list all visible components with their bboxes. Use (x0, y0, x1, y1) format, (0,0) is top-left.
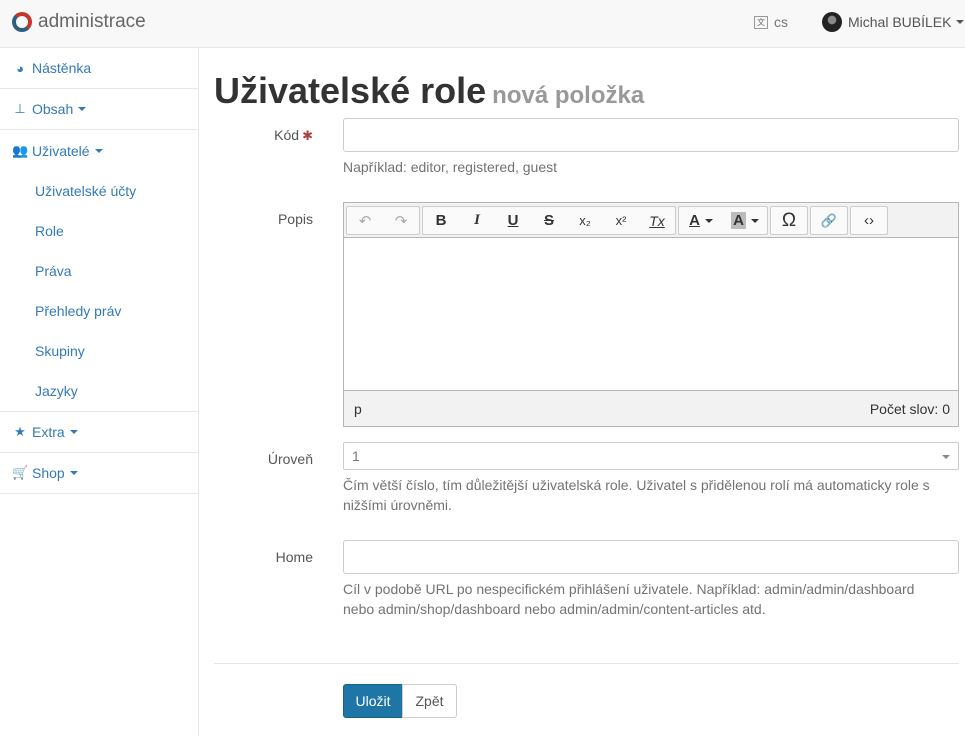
sidebar-item-users[interactable]: 👥 Uživatelé (0, 130, 198, 171)
level-help: Čím větší číslo, tím důležitější uživate… (343, 477, 930, 513)
sitemap-icon: ⊥ (14, 101, 26, 116)
navbar: administrace 文 cs Michal BUBÍLEK (0, 0, 965, 48)
toolbar-group-special: Ω (770, 206, 808, 235)
element-path[interactable]: p (354, 401, 362, 417)
sidebar-subitem-languages[interactable]: Jazyky (0, 371, 198, 411)
text-color-button[interactable]: A (679, 207, 723, 234)
code-help: Například: editor, registered, guest (343, 159, 558, 175)
brand-name: administrace (38, 11, 146, 32)
chevron-down-icon (69, 430, 78, 434)
bold-icon[interactable]: B (423, 207, 459, 234)
user-name: Michal BUBÍLEK (848, 14, 952, 30)
sidebar-subitem-accounts[interactable]: Uživatelské účty (0, 171, 198, 211)
special-character-icon[interactable]: Ω (771, 207, 807, 234)
italic-icon[interactable]: I (459, 207, 495, 234)
users-icon: 👥 (12, 142, 29, 158)
link-icon[interactable]: 🔗 (811, 207, 847, 234)
subscript-icon[interactable]: x₂ (567, 207, 603, 234)
toolbar-group-link: 🔗 (810, 206, 848, 235)
toolbar-group-history: ↶ ↷ (346, 206, 420, 235)
sidebar-subitem-permissions[interactable]: Práva (0, 251, 198, 291)
sidebar-item-label: Extra (32, 424, 65, 440)
undo-icon[interactable]: ↶ (347, 207, 383, 234)
sidebar-item-content[interactable]: ⊥ Obsah (0, 89, 198, 130)
dashboard-icon: ◕ (16, 60, 24, 76)
language-icon: 文 (754, 15, 768, 29)
redo-icon[interactable]: ↷ (383, 207, 419, 234)
avatar (822, 12, 842, 32)
page-title-text: Uživatelské role (214, 70, 487, 111)
sidebar-subitem-permission-overview[interactable]: Přehledy práv (0, 291, 198, 331)
logo-icon (12, 12, 32, 32)
level-select-value: 1 (352, 448, 360, 464)
editor-toolbar: ↶ ↷ B I U S x₂ x² Tx A A Ω 🔗 ‹› (344, 203, 958, 238)
user-menu[interactable]: Michal BUBÍLEK (822, 12, 965, 32)
code-input[interactable] (343, 118, 959, 152)
chevron-down-icon (78, 107, 87, 111)
brand[interactable]: administrace (12, 11, 146, 33)
save-button[interactable]: Uložit (343, 684, 403, 718)
superscript-icon[interactable]: x² (603, 207, 639, 234)
word-count: Počet slov: 0 (869, 400, 950, 417)
background-color-button[interactable]: A (723, 207, 767, 234)
page-title: Uživatelské role nová položka (214, 70, 644, 112)
code-label-text: Kód (274, 127, 300, 143)
star-icon: ★ (14, 424, 26, 439)
rich-text-editor: ↶ ↷ B I U S x₂ x² Tx A A Ω 🔗 ‹› p Počet … (343, 202, 959, 427)
chevron-down-icon (750, 218, 759, 223)
sidebar-item-shop[interactable]: 🛒 Shop (0, 453, 198, 494)
home-label: Home (275, 549, 313, 565)
sidebar-item-label: Obsah (32, 101, 74, 117)
sidebar-item-label: Shop (32, 465, 65, 481)
editor-statusbar: p Počet slov: 0 (344, 390, 958, 426)
sidebar-item-label: Nástěnka (32, 60, 92, 76)
description-label: Popis (277, 211, 313, 227)
toolbar-group-format: B I U S x₂ x² Tx (422, 206, 676, 235)
page-subtitle: nová položka (492, 82, 645, 109)
code-label: Kód ✱ (214, 127, 313, 144)
chevron-down-icon (942, 455, 950, 459)
chevron-down-icon (69, 471, 78, 475)
language-switcher[interactable]: 文 cs (754, 14, 788, 30)
level-select[interactable]: 1 (343, 442, 959, 470)
underline-icon[interactable]: U (495, 207, 531, 234)
form-divider (214, 663, 959, 664)
source-code-icon[interactable]: ‹› (851, 207, 887, 234)
strikethrough-icon[interactable]: S (531, 207, 567, 234)
background-color-icon: A (731, 212, 746, 229)
level-label: Úroveň (267, 451, 313, 467)
toolbar-group-color: A A (678, 206, 768, 235)
sidebar-item-label: Uživatelé (32, 142, 90, 159)
sidebar-subitem-groups[interactable]: Skupiny (0, 331, 198, 371)
sidebar-item-dashboard[interactable]: ◕ Nástěnka (0, 48, 198, 89)
chevron-down-icon (704, 218, 713, 223)
text-color-icon: A (689, 212, 700, 229)
sidebar-subitem-roles[interactable]: Role (0, 211, 198, 251)
sidebar-item-extra[interactable]: ★ Extra (0, 412, 198, 453)
toolbar-group-code: ‹› (850, 206, 888, 235)
home-input[interactable] (343, 540, 959, 574)
home-help: Cíl v podobě URL po nespecifickém přihlá… (343, 581, 915, 617)
back-button[interactable]: Zpět (402, 684, 457, 718)
cart-icon: 🛒 (12, 465, 29, 480)
clear-format-icon[interactable]: Tx (639, 207, 675, 234)
chevron-down-icon (94, 148, 103, 153)
language-code: cs (774, 14, 788, 30)
sidebar: ◕ Nástěnka ⊥ Obsah 👥 Uživatelé Uživatels… (0, 48, 199, 736)
required-icon: ✱ (302, 128, 313, 143)
editor-content-area[interactable] (344, 238, 958, 388)
chevron-down-icon (956, 20, 965, 24)
sidebar-group-users: 👥 Uživatelé Uživatelské účty Role Práva … (0, 130, 198, 412)
